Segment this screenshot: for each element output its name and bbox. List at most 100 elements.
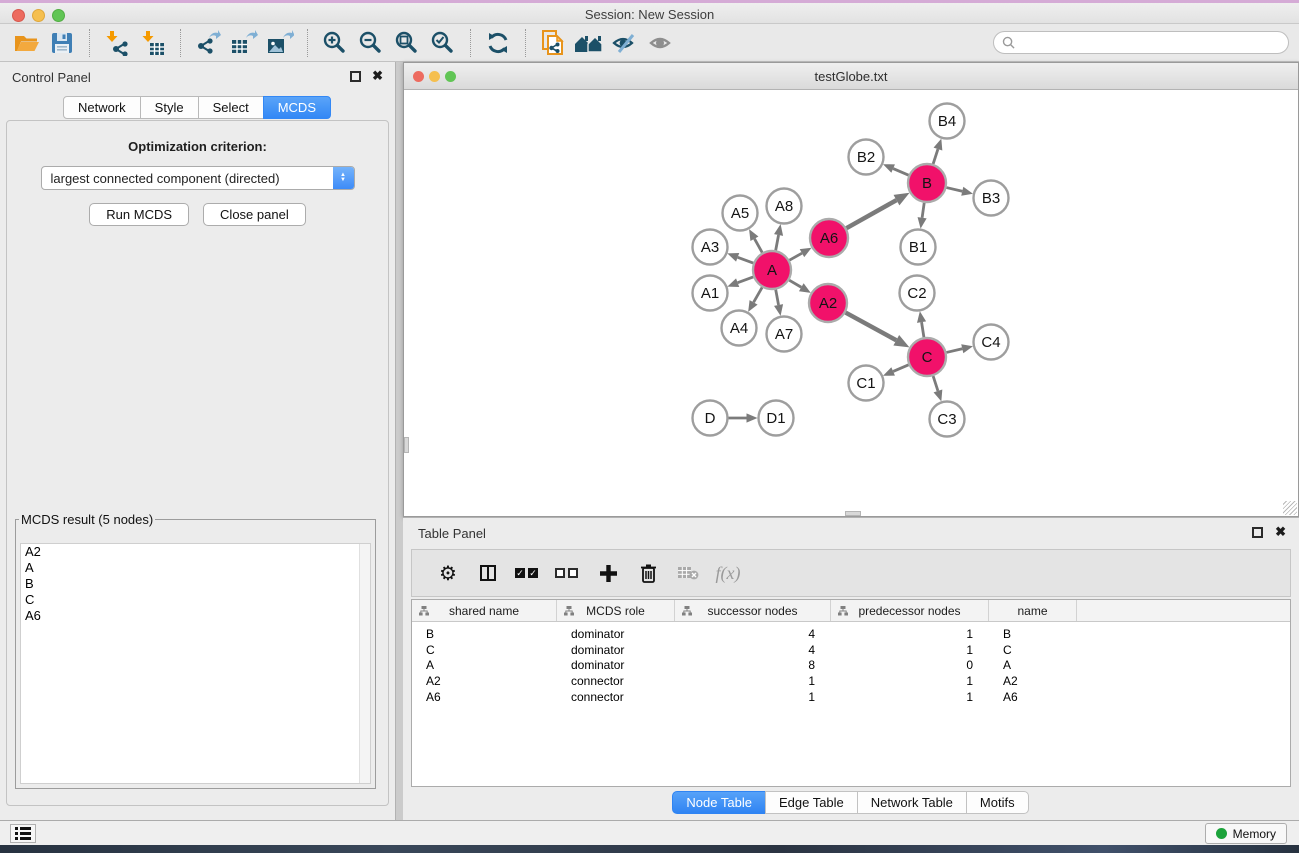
graph-node-D1[interactable]: D1	[759, 401, 794, 436]
float-panel-icon[interactable]	[350, 71, 361, 82]
table-float-panel-icon[interactable]	[1252, 527, 1263, 538]
graph-node-A8[interactable]: A8	[767, 189, 802, 224]
split-handle-bottom[interactable]	[845, 511, 861, 516]
table-row[interactable]: A6connector11A6	[412, 690, 1290, 706]
import-table-icon[interactable]	[135, 28, 171, 58]
table-close-panel-icon[interactable]: ✖	[1275, 524, 1286, 540]
graph-node-C2[interactable]: C2	[900, 276, 935, 311]
column-header-shared-name[interactable]: shared name	[412, 600, 557, 621]
task-history-icon[interactable]	[10, 824, 36, 843]
graph-edge-A2-C[interactable]	[846, 313, 897, 341]
save-session-icon[interactable]	[44, 28, 80, 58]
graph-edge-A-A2[interactable]	[789, 280, 801, 287]
tab-mcds[interactable]: MCDS	[263, 96, 331, 119]
zoom-in-icon[interactable]	[317, 28, 353, 58]
graph-node-A6[interactable]: A6	[810, 219, 848, 257]
result-item[interactable]: A	[21, 560, 370, 576]
tab-network[interactable]: Network	[63, 96, 141, 119]
tab-motifs[interactable]: Motifs	[966, 791, 1029, 814]
zoom-fit-icon[interactable]	[389, 28, 425, 58]
export-image-icon[interactable]	[262, 28, 298, 58]
graph-node-B1[interactable]: B1	[901, 230, 936, 265]
graph-node-C1[interactable]: C1	[849, 366, 884, 401]
network-graph[interactable]: B4B2BB3A8A5A6B1A3AC2A1A2A4A7C4CC1C3DD1	[404, 91, 1298, 518]
graph-node-A5[interactable]: A5	[723, 196, 758, 231]
zoom-selected-icon[interactable]	[425, 28, 461, 58]
graph-edge-A6-B[interactable]	[846, 200, 896, 228]
graph-edge-C-C2[interactable]	[922, 322, 924, 337]
show-all-icon[interactable]	[643, 28, 679, 58]
graph-node-A[interactable]: A	[753, 251, 791, 289]
mcds-result-list[interactable]: A2ABCA6	[20, 543, 371, 784]
close-panel-icon[interactable]: ✖	[372, 68, 383, 84]
select-all-columns-icon[interactable]: ✓✓	[508, 568, 548, 578]
graph-edge-A-A7[interactable]	[776, 290, 779, 305]
show-columns-icon[interactable]	[468, 565, 508, 581]
graph-edge-A-A1[interactable]	[738, 277, 754, 283]
graph-node-A3[interactable]: A3	[693, 230, 728, 265]
network-from-selection-icon[interactable]	[535, 28, 571, 58]
table-row[interactable]: Bdominator41B	[412, 627, 1290, 643]
graph-node-A2[interactable]: A2	[809, 284, 847, 322]
graph-edge-B-B4[interactable]	[933, 149, 938, 164]
graph-edge-B-B1[interactable]	[922, 203, 924, 218]
graph-edge-A-A4[interactable]	[754, 287, 763, 302]
graph-edge-A-A5[interactable]	[754, 239, 762, 253]
search-input[interactable]	[1015, 35, 1288, 51]
table-row[interactable]: A2connector11A2	[412, 674, 1290, 690]
export-network-icon[interactable]	[190, 28, 226, 58]
tab-style[interactable]: Style	[140, 96, 199, 119]
import-network-icon[interactable]	[99, 28, 135, 58]
result-item[interactable]: A2	[21, 544, 370, 560]
search-box[interactable]	[993, 31, 1289, 54]
tab-network-table[interactable]: Network Table	[857, 791, 967, 814]
frame-resize-grip[interactable]	[1283, 501, 1297, 515]
column-header-successor-nodes[interactable]: successor nodes	[675, 600, 831, 621]
graph-edge-C-C1[interactable]	[893, 365, 908, 372]
refresh-view-icon[interactable]	[480, 28, 516, 58]
graph-edge-A-A3[interactable]	[738, 257, 754, 263]
graph-node-A7[interactable]: A7	[767, 317, 802, 352]
graph-edge-A-A8[interactable]	[776, 235, 779, 250]
result-item[interactable]: C	[21, 592, 370, 608]
export-table-icon[interactable]	[226, 28, 262, 58]
split-handle-left[interactable]	[404, 437, 409, 453]
run-mcds-button[interactable]: Run MCDS	[89, 203, 189, 226]
deselect-all-columns-icon[interactable]	[548, 568, 588, 578]
result-item[interactable]: A6	[21, 608, 370, 624]
first-neighbors-icon[interactable]	[571, 28, 607, 58]
graph-node-D[interactable]: D	[693, 401, 728, 436]
graph-node-C4[interactable]: C4	[974, 325, 1009, 360]
graph-node-C3[interactable]: C3	[930, 402, 965, 437]
result-item[interactable]: B	[21, 576, 370, 592]
zoom-out-icon[interactable]	[353, 28, 389, 58]
graph-node-A1[interactable]: A1	[693, 276, 728, 311]
graph-node-B[interactable]: B	[908, 164, 946, 202]
close-panel-button[interactable]: Close panel	[203, 203, 306, 226]
tab-node-table[interactable]: Node Table	[672, 791, 766, 814]
network-canvas[interactable]: B4B2BB3A8A5A6B1A3AC2A1A2A4A7C4CC1C3DD1	[404, 91, 1298, 516]
table-row[interactable]: Adominator80A	[412, 658, 1290, 674]
table-settings-icon[interactable]: ⚙	[428, 561, 468, 586]
result-list-scrollbar[interactable]	[359, 544, 370, 783]
delete-column-icon[interactable]	[628, 563, 668, 584]
open-session-icon[interactable]	[8, 28, 44, 58]
memory-button[interactable]: Memory	[1205, 823, 1287, 844]
graph-node-C[interactable]: C	[908, 338, 946, 376]
graph-edge-C-C4[interactable]	[946, 349, 962, 353]
tab-select[interactable]: Select	[198, 96, 264, 119]
optimization-criterion-select[interactable]: largest connected component (directed) ▲…	[41, 166, 355, 190]
add-column-icon[interactable]	[588, 564, 628, 583]
network-window-titlebar[interactable]: testGlobe.txt	[404, 63, 1298, 90]
column-header-predecessor-nodes[interactable]: predecessor nodes	[831, 600, 989, 621]
table-row[interactable]: Cdominator41C	[412, 643, 1290, 659]
hide-selected-icon[interactable]	[607, 28, 643, 58]
graph-edge-C-C3[interactable]	[933, 376, 938, 391]
tab-edge-table[interactable]: Edge Table	[765, 791, 858, 814]
graph-node-B2[interactable]: B2	[849, 140, 884, 175]
graph-edge-B-B2[interactable]	[893, 169, 908, 176]
node-table[interactable]: shared nameMCDS rolesuccessor nodesprede…	[411, 599, 1291, 787]
graph-node-B4[interactable]: B4	[930, 104, 965, 139]
column-header-name[interactable]: name	[989, 600, 1077, 621]
column-header-MCDS-role[interactable]: MCDS role	[557, 600, 675, 621]
